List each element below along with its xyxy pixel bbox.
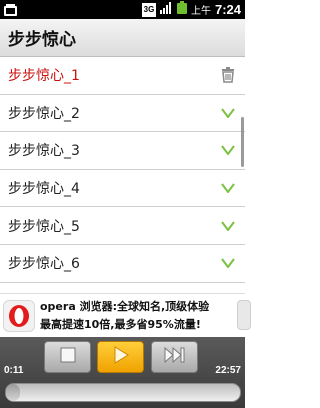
- player-bar: 0:11 22:57: [0, 337, 245, 408]
- ad-close-handle[interactable]: [237, 300, 251, 330]
- list-item[interactable]: 步步惊心_5: [0, 207, 245, 245]
- play-button[interactable]: [97, 341, 144, 373]
- network-3g-icon: 3G: [141, 2, 156, 17]
- list-item-label: 步步惊心_2: [8, 105, 80, 122]
- chevron-down-icon[interactable]: [219, 141, 237, 159]
- total-time: 22:57: [215, 365, 241, 376]
- ad-text-line2: 最高提速10倍,最多省95%流量!: [40, 318, 201, 331]
- ad-banner[interactable]: opera 浏览器:全球知名,顶级体验 最高提速10倍,最多省95%流量!: [0, 293, 251, 337]
- list-item-label: 步步惊心_4: [8, 181, 80, 198]
- progress-fill: [6, 384, 21, 401]
- stop-button[interactable]: [44, 341, 91, 373]
- list-item[interactable]: 步步惊心_6: [0, 244, 245, 283]
- list-item-label: 步步惊心_3: [8, 143, 80, 160]
- chevron-down-icon[interactable]: [219, 179, 237, 197]
- list-item[interactable]: 步步惊心_2: [0, 94, 245, 133]
- chevron-down-icon[interactable]: [219, 104, 237, 122]
- trash-icon[interactable]: [219, 66, 237, 84]
- list-item-label: 步步惊心_6: [8, 256, 80, 273]
- list-item[interactable]: 步步惊心_4: [0, 169, 245, 208]
- chevron-down-icon[interactable]: [219, 217, 237, 235]
- list-item-label: 步步惊心_5: [8, 218, 80, 235]
- clock: 7:24: [214, 2, 241, 17]
- scrollbar[interactable]: [241, 117, 244, 167]
- title-bar: 步步惊心: [0, 19, 245, 57]
- battery-icon: [176, 0, 188, 19]
- progress-slider[interactable]: [5, 383, 241, 402]
- status-bar: 3G 上午 7:24: [0, 0, 245, 19]
- stop-icon: [60, 347, 76, 367]
- next-icon: [164, 346, 186, 367]
- signal-strength-icon: [159, 0, 173, 19]
- current-time: 0:11: [4, 365, 24, 376]
- opera-logo-icon: [3, 300, 35, 332]
- play-icon: [113, 346, 129, 368]
- list-item-label: 步步惊心_1: [8, 68, 80, 85]
- list-item[interactable]: 步步惊心_1: [0, 57, 245, 95]
- ad-text-line1: opera 浏览器:全球知名,顶级体验: [40, 300, 210, 313]
- list-item[interactable]: 步步惊心_3: [0, 132, 245, 170]
- chevron-down-icon[interactable]: [219, 254, 237, 272]
- page-title: 步步惊心: [8, 30, 76, 50]
- playlist: 步步惊心_1 步步惊心_2 步步惊心_3 步步惊心_4 步步惊心_5 步步惊心_…: [0, 57, 245, 293]
- clock-ampm: 上午: [190, 6, 211, 17]
- next-button[interactable]: [151, 341, 198, 373]
